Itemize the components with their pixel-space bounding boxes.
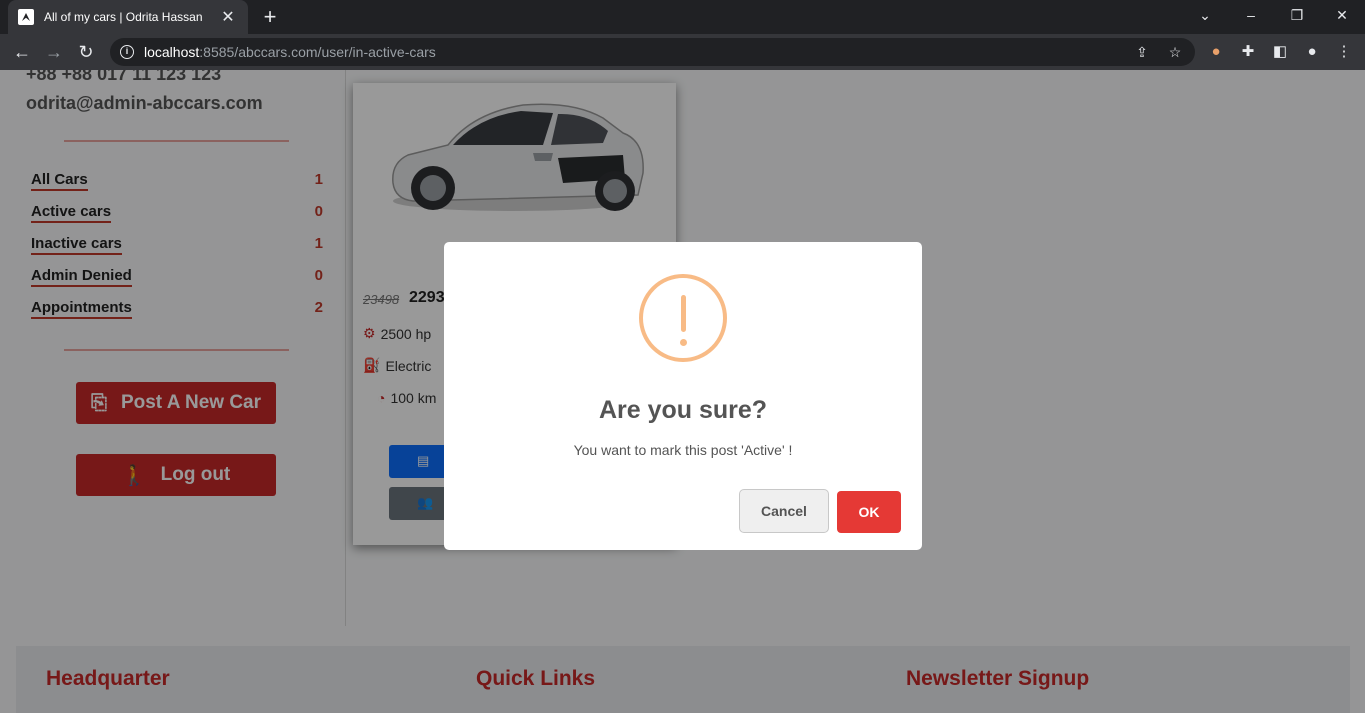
restore-icon[interactable]: ❐ xyxy=(1274,0,1320,30)
forward-icon[interactable]: → xyxy=(40,38,68,66)
browser-toolbar: ← → ↻ i localhost:8585/abccars.com/user/… xyxy=(0,34,1365,70)
page-content: +88 +88 017 11 123 123 odrita@admin-abcc… xyxy=(0,70,1365,713)
profile-icon[interactable]: ● xyxy=(1300,40,1324,64)
site-info-icon[interactable]: i xyxy=(120,45,134,59)
menu-icon[interactable]: ⋮ xyxy=(1332,40,1356,64)
browser-tab[interactable]: All of my cars | Odrita Hassan ✕ xyxy=(8,0,248,34)
tab-title: All of my cars | Odrita Hassan xyxy=(44,10,203,24)
reload-icon[interactable]: ↻ xyxy=(72,38,100,66)
ok-button[interactable]: OK xyxy=(837,491,901,533)
address-bar[interactable]: i localhost:8585/abccars.com/user/in-act… xyxy=(110,38,1195,66)
extensions-icon[interactable]: ✚ xyxy=(1236,40,1260,64)
share-icon[interactable]: ⇪ xyxy=(1129,38,1155,66)
url-host: localhost xyxy=(144,44,200,60)
bookmark-star-icon[interactable]: ☆ xyxy=(1162,38,1188,66)
tab-close-icon[interactable]: ✕ xyxy=(218,7,238,27)
confirm-dialog: Are you sure? You want to mark this post… xyxy=(444,242,922,550)
warning-icon xyxy=(639,274,727,362)
close-window-icon[interactable]: ✕ xyxy=(1319,0,1365,30)
new-tab-icon[interactable]: + xyxy=(258,4,282,30)
cookie-extension-icon[interactable]: ● xyxy=(1204,40,1228,64)
minimize-icon[interactable]: – xyxy=(1228,0,1274,30)
tab-search-icon[interactable]: ⌄ xyxy=(1182,0,1228,30)
dialog-message: You want to mark this post 'Active' ! xyxy=(573,442,793,458)
browser-titlebar: All of my cars | Odrita Hassan ✕ + ⌄ – ❐… xyxy=(0,0,1365,34)
cancel-button[interactable]: Cancel xyxy=(739,489,829,533)
back-icon[interactable]: ← xyxy=(8,38,36,66)
favicon-icon xyxy=(18,9,34,25)
dialog-title: Are you sure? xyxy=(598,396,768,424)
side-panel-icon[interactable]: ◧ xyxy=(1268,40,1292,64)
url-path: :8585/abccars.com/user/in-active-cars xyxy=(199,44,436,60)
